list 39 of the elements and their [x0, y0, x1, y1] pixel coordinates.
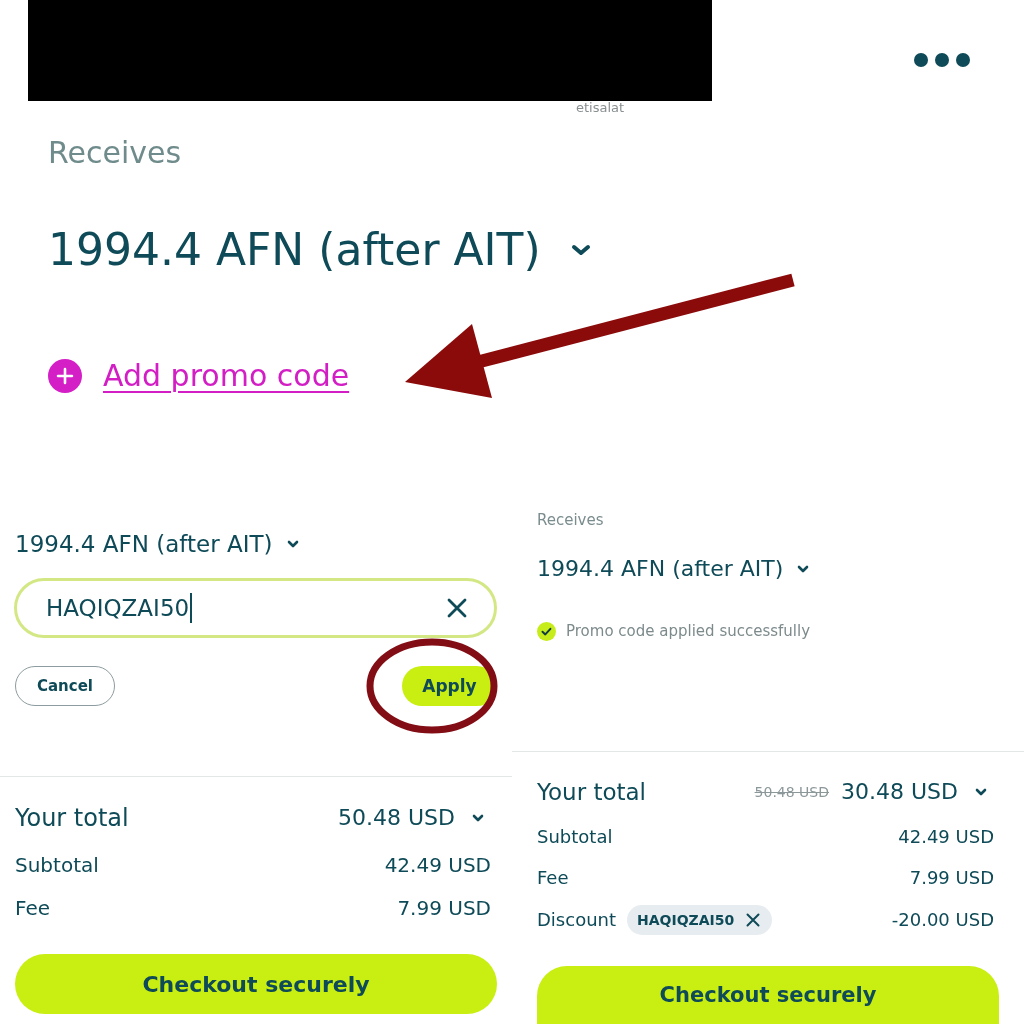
chevron-down-icon[interactable] [570, 244, 591, 256]
plus-icon[interactable] [48, 359, 82, 393]
line-amount: 7.99 USD [397, 895, 491, 921]
chevron-down-icon[interactable] [797, 565, 810, 573]
amount-text: 1994.4 AFN (after AIT) [15, 530, 273, 558]
chevron-down-icon[interactable] [975, 788, 987, 796]
chevron-down-icon[interactable] [286, 540, 299, 548]
add-promo-code-link[interactable]: Add promo code [103, 358, 350, 394]
original-total: 50.48 USD [754, 783, 829, 802]
line-amount: 42.49 USD [898, 825, 994, 849]
check-icon [537, 621, 556, 641]
carrier-label: etisalat [576, 100, 625, 115]
line-amount: -20.00 USD [891, 908, 994, 932]
total-label: Your total [15, 803, 129, 833]
more-icon[interactable] [914, 53, 970, 67]
clear-icon[interactable] [447, 598, 467, 618]
text-cursor-icon [190, 593, 193, 623]
promo-code-label: HAQIQZAI50 [637, 911, 735, 930]
receives-label: Receives [48, 135, 182, 170]
checkout-button[interactable]: Checkout securely [537, 966, 999, 1024]
cancel-button[interactable]: Cancel [15, 666, 115, 706]
total-label: Your total [537, 778, 646, 806]
checkout-button[interactable]: Checkout securely [15, 954, 497, 1014]
total-amount: 30.48 USD [841, 778, 958, 806]
receives-label: Receives [537, 511, 604, 529]
chevron-down-icon[interactable] [472, 814, 484, 822]
close-icon[interactable] [746, 913, 761, 927]
line-label: Fee [15, 895, 51, 921]
amount-text: 1994.4 AFN (after AIT) [537, 555, 784, 583]
line-label: Subtotal [15, 852, 99, 878]
line-label: Fee [537, 866, 569, 890]
line-amount: 42.49 USD [384, 852, 491, 878]
total-amount: 50.48 USD [338, 804, 455, 832]
status-message: Promo code applied successfully [566, 621, 811, 641]
amount-text: 1994.4 AFN (after AIT) [48, 224, 541, 276]
line-amount: 7.99 USD [909, 866, 994, 890]
promo-code-field[interactable]: HAQIQZAI50 [14, 578, 497, 638]
line-label: Discount [537, 908, 617, 932]
line-label: Subtotal [537, 825, 613, 849]
